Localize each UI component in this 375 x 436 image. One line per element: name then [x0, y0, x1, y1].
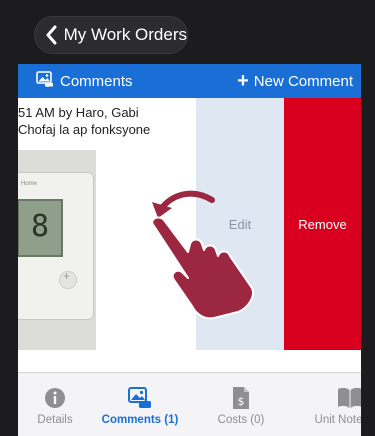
- tab-costs[interactable]: $ Costs (0): [198, 373, 284, 436]
- comments-title-label: Comments: [60, 72, 133, 90]
- tab-unit-notes[interactable]: Unit Notes (0): [302, 373, 361, 436]
- info-icon: [44, 386, 66, 410]
- swipe-gesture-hand-icon: [151, 190, 254, 320]
- tab-unit-notes-label: Unit Notes (0): [314, 414, 361, 426]
- tab-details[interactable]: Details: [18, 373, 92, 436]
- svg-text:$: $: [238, 395, 245, 408]
- invoice-icon: $: [232, 386, 250, 410]
- remove-label: Remove: [298, 216, 347, 232]
- book-icon: [337, 386, 361, 410]
- tab-comments[interactable]: Comments (1): [92, 373, 188, 436]
- frame-right-edge: [361, 0, 375, 436]
- comment-text: Chofaj la ap fonksyone: [18, 122, 151, 137]
- screen: My Work Orders Comments + New Comment 51…: [0, 0, 375, 436]
- comment-meta: 51 AM by Haro, Gabi: [18, 105, 139, 120]
- new-comment-label: New Comment: [253, 72, 353, 90]
- comment-photo[interactable]: Home 8 +: [18, 150, 96, 350]
- thermostat-display: 8: [18, 199, 63, 257]
- navigation-bar: My Work Orders: [0, 0, 375, 64]
- tab-details-label: Details: [37, 414, 73, 426]
- back-button-label: My Work Orders: [63, 25, 187, 44]
- thermostat-digit: 8: [31, 209, 50, 244]
- back-button[interactable]: My Work Orders: [34, 16, 188, 54]
- thermostat-brand: Home: [21, 181, 38, 187]
- chevron-left-icon: [39, 25, 64, 45]
- plus-icon: +: [237, 70, 249, 92]
- thermostat-image: Home 8 +: [18, 172, 94, 320]
- remove-swipe-button[interactable]: Remove: [284, 98, 361, 350]
- thermostat-plus-mark: +: [63, 269, 71, 283]
- photos-icon: [128, 386, 152, 410]
- new-comment-button[interactable]: + New Comment: [237, 71, 353, 91]
- photo-comment-icon: [36, 70, 54, 92]
- tab-costs-label: Costs (0): [217, 414, 265, 426]
- frame-left-edge: [0, 0, 18, 436]
- tab-comments-label: Comments (1): [101, 414, 179, 426]
- comments-header-bar: Comments + New Comment: [18, 64, 361, 98]
- comments-title: Comments: [36, 70, 133, 92]
- tab-bar: Details Comments (1) $ Costs (0) Unit No…: [18, 372, 361, 436]
